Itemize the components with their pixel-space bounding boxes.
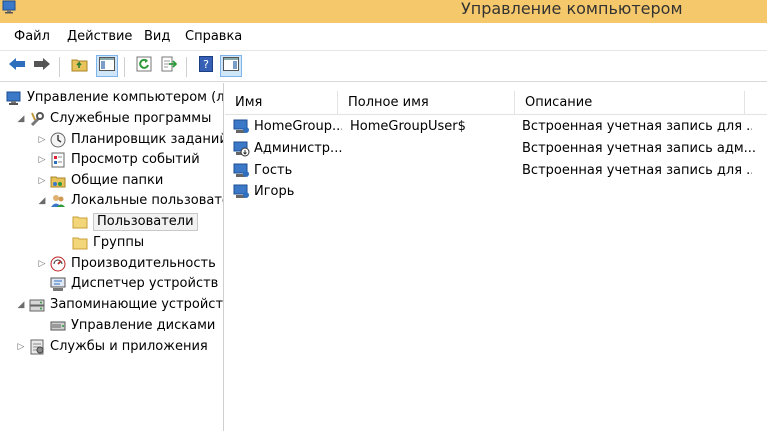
up-folder-icon (71, 56, 89, 76)
tree-item-system-tools[interactable]: ◢ Служебные программы (16, 109, 211, 129)
collapsed-arrow-icon[interactable]: ▷ (37, 259, 47, 269)
tree-item-local-users[interactable]: ◢ Локальные пользовате (37, 191, 223, 211)
user-description: Встроенная учетная запись для ... (522, 119, 752, 134)
list-item[interactable]: Игорь (225, 181, 767, 203)
event-log-icon (50, 152, 66, 168)
device-manager-icon (50, 276, 66, 292)
tree-item-storage[interactable]: ◢ Запоминающие устройст (16, 295, 223, 315)
performance-icon (50, 256, 66, 272)
collapsed-arrow-icon[interactable]: ▷ (16, 342, 26, 352)
help-button[interactable]: ? (195, 55, 217, 77)
list-header: Имя Полное имя Описание (225, 91, 767, 115)
user-name: Игорь (254, 184, 295, 199)
tree-item-performance[interactable]: ▷ Производительность (37, 254, 216, 274)
show-hide-action-pane-icon (223, 57, 239, 75)
list-item[interactable]: Администр... Встроенная учетная запись а… (225, 138, 767, 160)
column-header-name[interactable]: Имя (225, 91, 338, 115)
storage-icon (29, 297, 45, 313)
title-bar: Управление компьютером (0, 0, 767, 23)
computer-management-icon (2, 0, 18, 14)
user-icon (233, 119, 250, 135)
details-list: Имя Полное имя Описание HomeGroup... Hom… (225, 83, 767, 431)
user-full-name: HomeGroupUser$ (350, 119, 466, 134)
export-list-icon (161, 56, 178, 76)
up-button[interactable] (69, 55, 91, 77)
tree-item-root[interactable]: Управление компьютером (л (6, 88, 223, 108)
user-name: HomeGroup... (254, 119, 342, 134)
forward-button[interactable] (31, 55, 53, 77)
refresh-button[interactable] (133, 55, 155, 77)
navigation-tree: Управление компьютером (л ◢ Служебные пр… (0, 83, 224, 431)
window-title: Управление компьютером (461, 0, 683, 18)
tree-item-groups[interactable]: Группы (72, 233, 144, 253)
expanded-arrow-icon[interactable]: ◢ (16, 114, 26, 124)
menu-action[interactable]: Действие (67, 29, 132, 45)
expanded-arrow-icon[interactable]: ◢ (37, 196, 47, 206)
menu-view[interactable]: Вид (144, 29, 170, 45)
toolbar-separator (59, 57, 60, 77)
shared-folder-icon (50, 173, 66, 189)
collapsed-arrow-icon[interactable]: ▷ (37, 135, 47, 145)
tree-item-task-scheduler[interactable]: ▷ Планировщик заданий (37, 130, 223, 150)
user-icon (233, 163, 250, 179)
user-description (522, 181, 752, 203)
user-icon (233, 184, 250, 200)
show-hide-tree-icon (99, 57, 115, 75)
column-header-description[interactable]: Описание (515, 91, 745, 115)
services-icon (29, 339, 45, 355)
user-full-name (350, 181, 515, 203)
collapsed-arrow-icon[interactable]: ▷ (37, 176, 47, 186)
user-name: Гость (254, 163, 293, 178)
user-full-name (350, 138, 515, 160)
show-hide-tree-button[interactable] (96, 55, 118, 77)
tree-item-services[interactable]: ▷ Службы и приложения (16, 337, 208, 357)
computer-management-icon (6, 90, 22, 106)
disabled-user-icon (233, 141, 250, 157)
help-icon: ? (199, 56, 213, 76)
user-description: Встроенная учетная запись для ... (522, 163, 752, 178)
forward-arrow-icon (33, 57, 51, 75)
folder-icon (72, 235, 88, 251)
back-button[interactable] (6, 55, 28, 77)
menu-help[interactable]: Справка (185, 29, 242, 45)
list-item[interactable]: Гость Встроенная учетная запись для ... (225, 160, 767, 182)
tree-item-event-viewer[interactable]: ▷ Просмотр событий (37, 150, 200, 170)
refresh-icon (136, 56, 152, 76)
svg-text:?: ? (203, 58, 209, 71)
tree-item-device-manager[interactable]: Диспетчер устройств (50, 274, 218, 294)
menu-bar: Файл Действие Вид Справка (0, 23, 767, 51)
disk-icon (50, 318, 66, 334)
list-item[interactable]: HomeGroup... HomeGroupUser$ Встроенная у… (225, 116, 767, 138)
user-full-name (350, 160, 515, 182)
tree-item-disk-management[interactable]: Управление дисками (50, 316, 215, 336)
expanded-arrow-icon[interactable]: ◢ (16, 300, 26, 310)
clock-icon (50, 132, 66, 148)
users-group-icon (50, 193, 66, 209)
column-header-full-name[interactable]: Полное имя (338, 91, 515, 115)
collapsed-arrow-icon[interactable]: ▷ (37, 155, 47, 165)
user-name: Администр... (254, 141, 342, 156)
show-hide-action-pane-button[interactable] (220, 55, 242, 77)
export-list-button[interactable] (158, 55, 180, 77)
toolbar-separator (124, 57, 125, 77)
back-arrow-icon (8, 57, 26, 75)
toolbar-separator (186, 57, 187, 77)
tree-item-users[interactable]: Пользователи (72, 212, 198, 232)
tree-item-shared-folders[interactable]: ▷ Общие папки (37, 171, 164, 191)
tools-icon (29, 111, 45, 127)
user-description: Встроенная учетная запись адм... (522, 141, 757, 156)
folder-icon (72, 214, 88, 230)
menu-file[interactable]: Файл (14, 29, 50, 45)
toolbar: ? (0, 52, 767, 82)
